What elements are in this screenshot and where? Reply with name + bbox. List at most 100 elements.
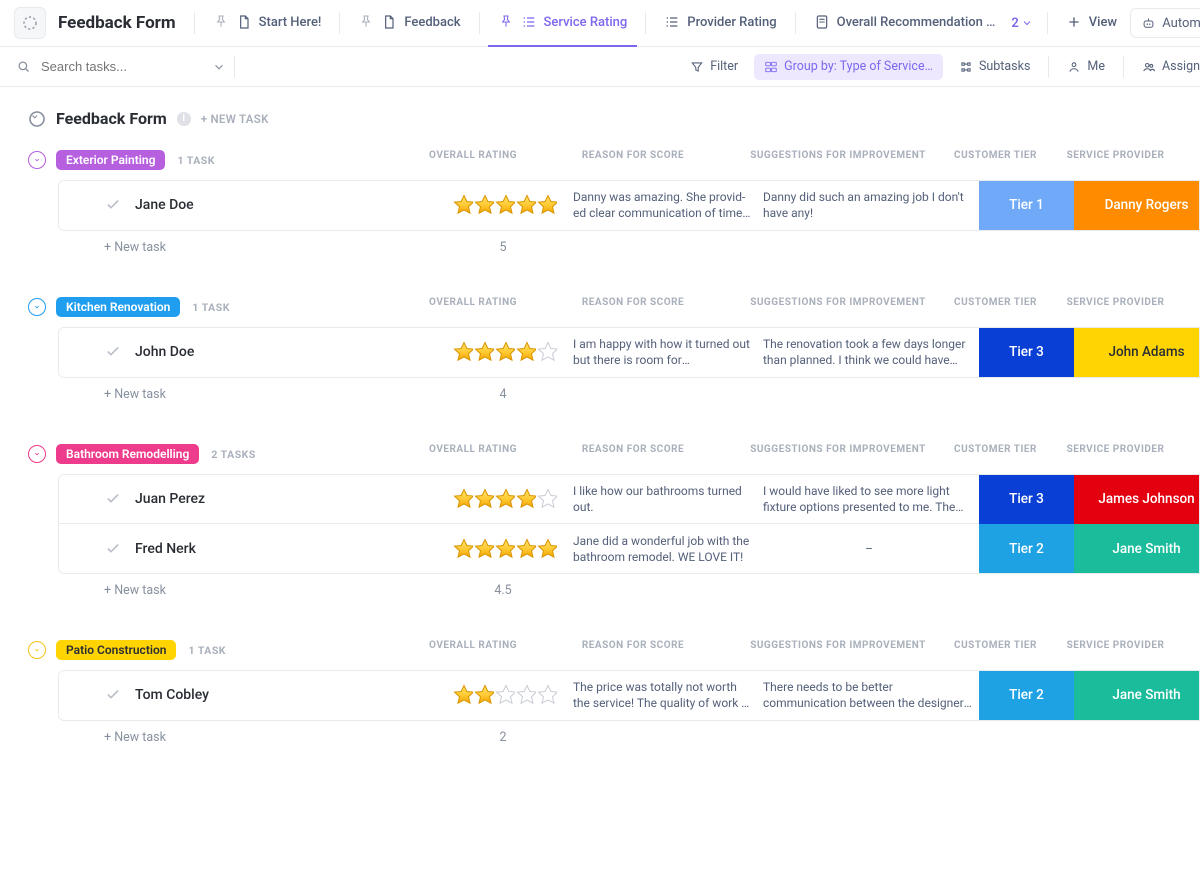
tab-feedback[interactable]: Feedback xyxy=(348,0,470,47)
col-overall[interactable]: OVERALL RATING xyxy=(408,444,538,464)
new-task-button[interactable]: + NEW TASK xyxy=(201,112,269,126)
star-icon xyxy=(452,487,473,512)
col-suggestions[interactable]: SUGGESTIONS FOR IMPROVEMENT xyxy=(728,640,948,660)
more-tabs-button[interactable]: 2 xyxy=(1005,16,1038,31)
col-provider[interactable]: SERVICE PROVIDER xyxy=(1043,297,1188,317)
reason-cell[interactable]: Jane did a wonderful job with the bathro… xyxy=(569,533,759,565)
suggestions-cell[interactable]: – xyxy=(759,541,979,557)
col-reason[interactable]: REASON FOR SCORE xyxy=(538,444,728,464)
automate-button[interactable]: Automate xyxy=(1130,8,1200,38)
task-row[interactable]: John Doe I am happy with how it turned o… xyxy=(59,327,1199,377)
tab-overall-recommendation[interactable]: Overall Recommendation … xyxy=(804,0,1006,47)
suggestions-cell[interactable]: The renovation took a few days longer th… xyxy=(759,336,979,368)
group-average: 4 xyxy=(438,387,568,402)
service-provider-cell[interactable]: Danny Rogers xyxy=(1074,180,1200,230)
customer-tier-cell[interactable]: Tier 2 xyxy=(979,524,1074,574)
col-suggestions[interactable]: SUGGESTIONS FOR IMPROVEMENT xyxy=(728,444,948,464)
customer-tier-cell[interactable]: Tier 1 xyxy=(979,180,1074,230)
check-icon[interactable] xyxy=(105,491,121,507)
service-provider-cell[interactable]: James Johnson xyxy=(1074,474,1200,524)
search-input[interactable] xyxy=(39,58,179,75)
col-provider[interactable]: SERVICE PROVIDER xyxy=(1043,150,1188,170)
group-pill[interactable]: Bathroom Remodelling xyxy=(56,444,199,464)
reason-cell[interactable]: I am happy with how it turned out but th… xyxy=(569,336,759,368)
group-by-button[interactable]: Group by: Type of Service… xyxy=(754,54,943,80)
collapse-toggle[interactable] xyxy=(28,151,46,169)
tab-start-here[interactable]: Start Here! xyxy=(203,0,332,47)
task-row[interactable]: Fred Nerk Jane did a wonderful job with … xyxy=(59,523,1199,573)
group-block: Kitchen Renovation 1 TASK OVERALL RATING… xyxy=(28,297,1200,410)
col-tier[interactable]: CUSTOMER TIER xyxy=(948,297,1043,317)
col-provider[interactable]: SERVICE PROVIDER xyxy=(1043,640,1188,660)
add-view-button[interactable]: View xyxy=(1056,0,1127,47)
filter-icon xyxy=(690,60,704,74)
list-icon[interactable] xyxy=(14,7,46,39)
col-overall[interactable]: OVERALL RATING xyxy=(408,640,538,660)
col-tier[interactable]: CUSTOMER TIER xyxy=(948,444,1043,464)
check-icon[interactable] xyxy=(105,197,121,213)
subtasks-button[interactable]: Subtasks xyxy=(949,47,1040,87)
check-icon[interactable] xyxy=(105,687,121,703)
group-pill[interactable]: Patio Construction xyxy=(56,640,176,660)
task-row[interactable]: Tom Cobley The price was totally not wor… xyxy=(59,670,1199,720)
suggestions-cell[interactable]: There needs to be better communication b… xyxy=(759,679,979,711)
collapse-toggle[interactable] xyxy=(28,298,46,316)
new-task-button[interactable]: + New task xyxy=(58,583,438,598)
col-tier[interactable]: CUSTOMER TIER xyxy=(948,150,1043,170)
col-suggestions[interactable]: SUGGESTIONS FOR IMPROVEMENT xyxy=(728,150,948,170)
star-icon xyxy=(494,487,515,512)
rating-stars[interactable] xyxy=(439,340,569,365)
new-task-button[interactable]: + New task xyxy=(58,240,438,255)
rating-stars[interactable] xyxy=(439,193,569,218)
check-icon[interactable] xyxy=(105,541,121,557)
suggestions-cell[interactable]: Danny did such an amazing job I don't ha… xyxy=(759,189,979,221)
new-task-button[interactable]: + New task xyxy=(58,387,438,402)
tab-service-rating[interactable]: Service Rating xyxy=(488,0,638,47)
me-button[interactable]: Me xyxy=(1057,47,1115,87)
group-pill[interactable]: Kitchen Renovation xyxy=(56,297,180,317)
group-rows: John Doe I am happy with how it turned o… xyxy=(58,327,1200,378)
group-rows: Tom Cobley The price was totally not wor… xyxy=(58,670,1200,721)
reason-cell[interactable]: Danny was amazing. She provid­ed clear c… xyxy=(569,189,759,221)
col-reason[interactable]: REASON FOR SCORE xyxy=(538,297,728,317)
chevron-down-icon[interactable] xyxy=(212,60,226,74)
divider xyxy=(645,12,646,34)
group-pill[interactable]: Exterior Painting xyxy=(56,150,165,170)
check-icon[interactable] xyxy=(105,344,121,360)
star-icon xyxy=(536,537,557,562)
tab-provider-rating[interactable]: Provider Rating xyxy=(654,0,786,47)
filter-label: Filter xyxy=(710,59,738,74)
rating-stars[interactable] xyxy=(439,487,569,512)
col-reason[interactable]: REASON FOR SCORE xyxy=(538,640,728,660)
task-row[interactable]: Juan Perez I like how our bathrooms turn… xyxy=(59,474,1199,524)
reason-cell[interactable]: The price was totally not worth the serv… xyxy=(569,679,759,711)
service-provider-cell[interactable]: Jane Smith xyxy=(1074,670,1200,720)
col-suggestions[interactable]: SUGGESTIONS FOR IMPROVEMENT xyxy=(728,297,948,317)
col-reason[interactable]: REASON FOR SCORE xyxy=(538,150,728,170)
search-box[interactable] xyxy=(16,58,226,75)
service-provider-cell[interactable]: Jane Smith xyxy=(1074,524,1200,574)
reason-cell[interactable]: I like how our bathrooms turned out. xyxy=(569,483,759,515)
status-circle-icon[interactable] xyxy=(28,110,46,128)
group-average: 5 xyxy=(438,240,568,255)
group-footer: + New task 4.5 xyxy=(58,574,1200,606)
col-tier[interactable]: CUSTOMER TIER xyxy=(948,640,1043,660)
rating-stars[interactable] xyxy=(439,537,569,562)
col-overall[interactable]: OVERALL RATING xyxy=(408,297,538,317)
collapse-toggle[interactable] xyxy=(28,641,46,659)
col-overall[interactable]: OVERALL RATING xyxy=(408,150,538,170)
assign-button[interactable]: Assign xyxy=(1132,47,1200,87)
service-provider-cell[interactable]: John Adams xyxy=(1074,327,1200,377)
new-task-button[interactable]: + New task xyxy=(58,730,438,745)
col-provider[interactable]: SERVICE PROVIDER xyxy=(1043,444,1188,464)
task-row[interactable]: Jane Doe Danny was amazing. She provid­e… xyxy=(59,180,1199,230)
rating-stars[interactable] xyxy=(439,683,569,708)
list-icon xyxy=(664,14,680,30)
customer-tier-cell[interactable]: Tier 3 xyxy=(979,474,1074,524)
customer-tier-cell[interactable]: Tier 2 xyxy=(979,670,1074,720)
suggestions-cell[interactable]: I would have liked to see more light fix… xyxy=(759,483,979,515)
info-icon[interactable]: i xyxy=(177,112,191,126)
customer-tier-cell[interactable]: Tier 3 xyxy=(979,327,1074,377)
filter-button[interactable]: Filter xyxy=(680,47,748,87)
collapse-toggle[interactable] xyxy=(28,445,46,463)
